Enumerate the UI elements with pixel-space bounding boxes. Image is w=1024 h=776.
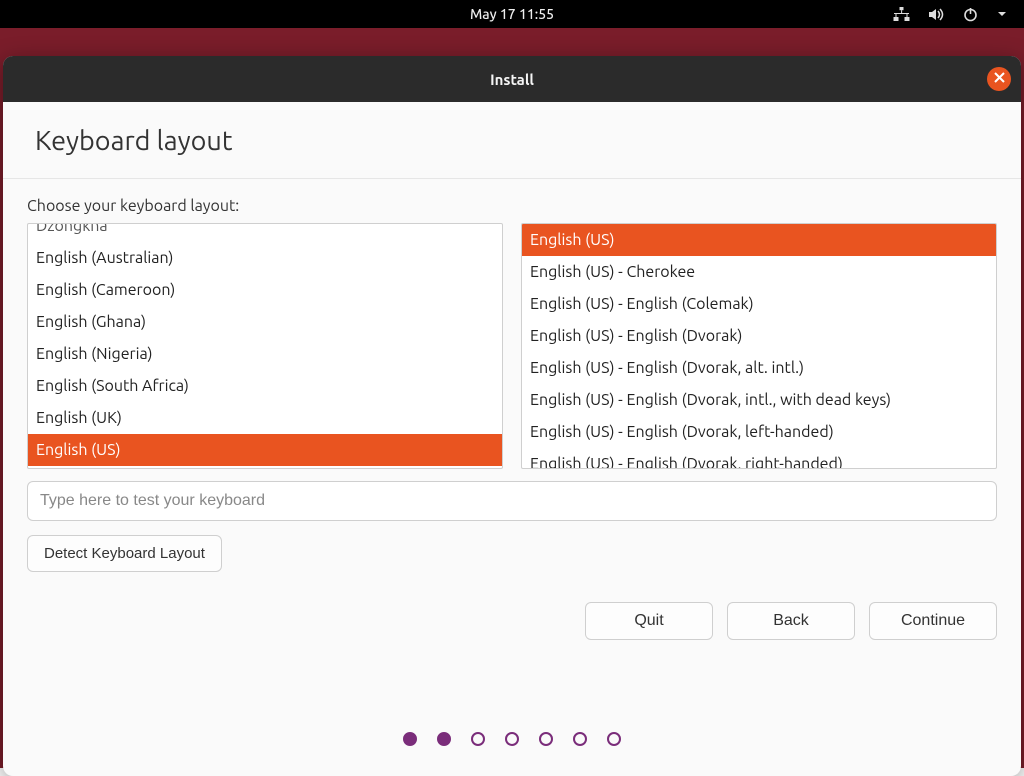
- progress-dot: [573, 732, 587, 746]
- variant-item[interactable]: English (US) - English (Dvorak, right-ha…: [522, 448, 996, 469]
- keyboard-test-input[interactable]: [27, 481, 997, 521]
- layout-item[interactable]: Esperanto: [28, 466, 502, 469]
- layout-listbox[interactable]: DzongkhaEnglish (Australian)English (Cam…: [27, 223, 503, 469]
- layout-item[interactable]: English (US): [28, 434, 502, 466]
- installer-window: Install Keyboard layout Choose your keyb…: [3, 56, 1021, 776]
- progress-dots: [3, 732, 1021, 746]
- clock[interactable]: May 17 11:55: [470, 6, 554, 22]
- variant-item[interactable]: English (US) - English (Dvorak, intl., w…: [522, 384, 996, 416]
- variant-item[interactable]: English (US): [522, 224, 996, 256]
- quit-button[interactable]: Quit: [585, 602, 713, 640]
- layout-item[interactable]: Dzongkha: [28, 223, 502, 242]
- layout-prompt: Choose your keyboard layout:: [27, 197, 997, 215]
- layout-item[interactable]: English (South Africa): [28, 370, 502, 402]
- layout-item[interactable]: English (UK): [28, 402, 502, 434]
- navigation-buttons: Quit Back Continue: [27, 602, 997, 640]
- close-button[interactable]: [987, 67, 1011, 91]
- close-icon: [994, 72, 1005, 86]
- progress-dot: [607, 732, 621, 746]
- window-titlebar: Install: [3, 56, 1021, 102]
- progress-dot: [437, 732, 451, 746]
- continue-button[interactable]: Continue: [869, 602, 997, 640]
- gnome-top-panel: May 17 11:55: [0, 0, 1024, 28]
- variant-item[interactable]: English (US) - English (Dvorak, left-han…: [522, 416, 996, 448]
- variant-item[interactable]: English (US) - Cherokee: [522, 256, 996, 288]
- progress-dot: [505, 732, 519, 746]
- progress-dot: [471, 732, 485, 746]
- back-button[interactable]: Back: [727, 602, 855, 640]
- variant-item[interactable]: English (US) - English (Dvorak, alt. int…: [522, 352, 996, 384]
- variant-item[interactable]: English (US) - English (Colemak): [522, 288, 996, 320]
- volume-icon[interactable]: [928, 7, 945, 22]
- progress-dot: [539, 732, 553, 746]
- window-title: Install: [490, 71, 534, 88]
- system-tray[interactable]: [893, 7, 1024, 22]
- chevron-down-icon[interactable]: [996, 8, 1008, 20]
- power-icon[interactable]: [963, 7, 978, 22]
- layout-item[interactable]: English (Ghana): [28, 306, 502, 338]
- layout-item[interactable]: English (Nigeria): [28, 338, 502, 370]
- network-icon[interactable]: [893, 7, 910, 22]
- layout-item[interactable]: English (Australian): [28, 242, 502, 274]
- variant-listbox[interactable]: English (US)English (US) - CherokeeEngli…: [521, 223, 997, 469]
- layout-item[interactable]: English (Cameroon): [28, 274, 502, 306]
- desktop-backdrop: Install Keyboard layout Choose your keyb…: [0, 28, 1024, 768]
- detect-keyboard-layout-button[interactable]: Detect Keyboard Layout: [27, 535, 222, 572]
- progress-dot: [403, 732, 417, 746]
- page-title: Keyboard layout: [3, 102, 1021, 178]
- variant-item[interactable]: English (US) - English (Dvorak): [522, 320, 996, 352]
